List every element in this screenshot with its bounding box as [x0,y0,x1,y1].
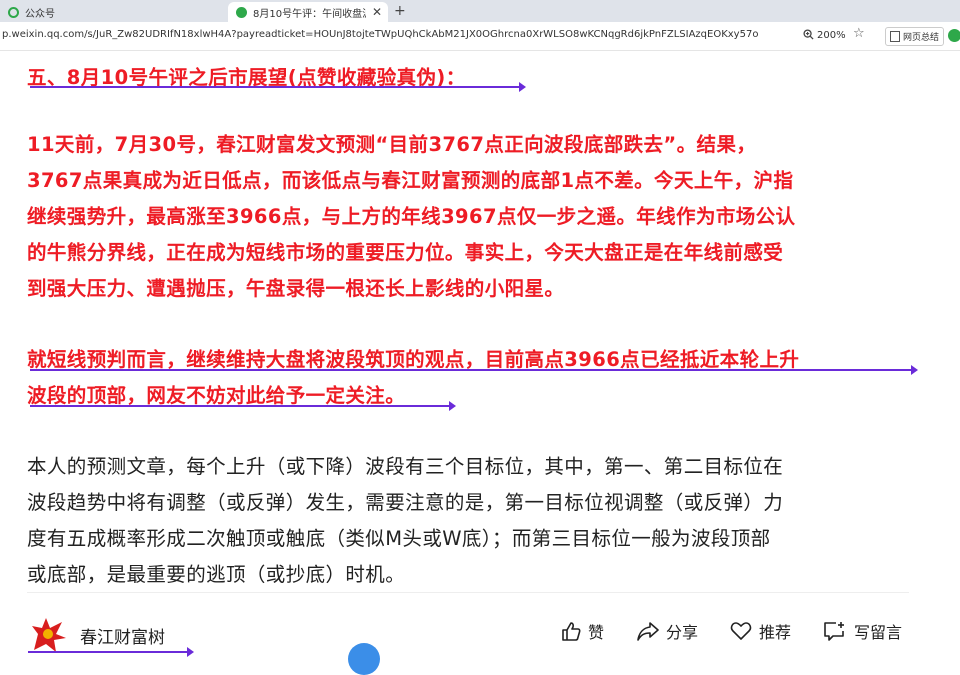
comment-label: 写留言 [854,623,903,642]
close-tab-icon[interactable]: ✕ [372,5,382,19]
share-label: 分享 [666,623,699,642]
profile-icon[interactable] [948,29,960,42]
purple-underline [30,401,456,411]
wechat-official-icon [8,6,19,18]
para2-line: 就短线预判而言，继续维持大盘将波段筑顶的观点，目前高点3966点已经抵近本轮上升 [27,348,800,371]
extension-label: 网页总结 [903,33,940,43]
floating-assistant-button[interactable] [348,643,380,675]
comment-icon [824,622,844,641]
author-name[interactable]: 春江财富树 [80,623,165,648]
para1-line: 到强大压力、遭遇抛压，午盘录得一根还长上影线的小阳星。 [27,277,565,300]
write-comment-button[interactable]: 写留言 [822,619,902,643]
wechat-icon [236,6,247,18]
author-avatar-logo[interactable] [28,614,72,654]
para1-line: 11天前，7月30号，春江财富发文预测“目前3767点正向波段底部跌去”。结果， [27,133,757,156]
browser-tab-bar: 公众号 8月10号午评：午间收盘沪指涨... ✕ + [0,0,960,22]
tab-label: 公众号 [25,8,55,20]
footer-divider [27,592,909,593]
heart-icon [730,622,752,640]
zoom-icon [803,29,814,40]
para1-line: 的牛熊分界线，正在成为短线市场的重要压力位。事实上，今天大盘正是在年线前感受 [27,241,784,264]
address-bar: p.weixin.qq.com/s/JuR_Zw82UDRIfN18xlwH4A… [0,22,960,51]
new-tab-button[interactable]: + [394,3,406,19]
page-summary-extension[interactable]: 网页总结 [885,27,945,46]
recommend-label: 推荐 [759,623,792,642]
thumbs-up-icon [562,622,581,641]
share-button[interactable]: 分享 [636,619,698,643]
tab-official-account[interactable]: 公众号 [0,2,215,22]
tab-label: 8月10号午评：午间收盘沪指涨... [253,8,366,20]
para1-line: 继续强势升，最高涨至3966点，与上方的年线3967点仅一步之遥。年线作为市场公… [27,205,796,228]
recommend-button[interactable]: 推荐 [729,619,791,643]
para2-line: 波段的顶部，网友不妨对此给予一定关注。 [27,384,406,407]
zoom-value: 200% [817,30,846,41]
zoom-indicator[interactable]: 200% [803,29,846,41]
para3-line: 本人的预测文章，每个上升（或下降）波段有三个目标位，其中，第一、第二目标位在 [27,455,784,478]
bookmark-star-icon[interactable]: ☆ [853,26,865,41]
like-label: 赞 [588,623,605,642]
purple-underline [28,647,194,657]
para3-line: 或底部，是最重要的逃顶（或抄底）时机。 [27,563,406,586]
para3-line: 度有五成概率形成二次触顶或触底（类似M头或W底）；而第三目标位一般为波段顶部 [27,527,771,550]
purple-underline [30,365,918,375]
para3-line: 波段趋势中将有调整（或反弹）发生，需要注意的是，第一目标位视调整（或反弹）力 [27,491,784,514]
tab-article[interactable]: 8月10号午评：午间收盘沪指涨... ✕ [228,2,388,22]
like-button[interactable]: 赞 [560,619,604,643]
para1-line: 3767点果真成为近日低点，而该低点与春江财富预测的底部1点不差。今天上午，沪指 [27,169,794,192]
summary-icon [890,31,900,42]
url-field[interactable]: p.weixin.qq.com/s/JuR_Zw82UDRIfN18xlwH4A… [2,29,758,40]
share-icon [637,622,659,641]
purple-underline [30,82,526,92]
